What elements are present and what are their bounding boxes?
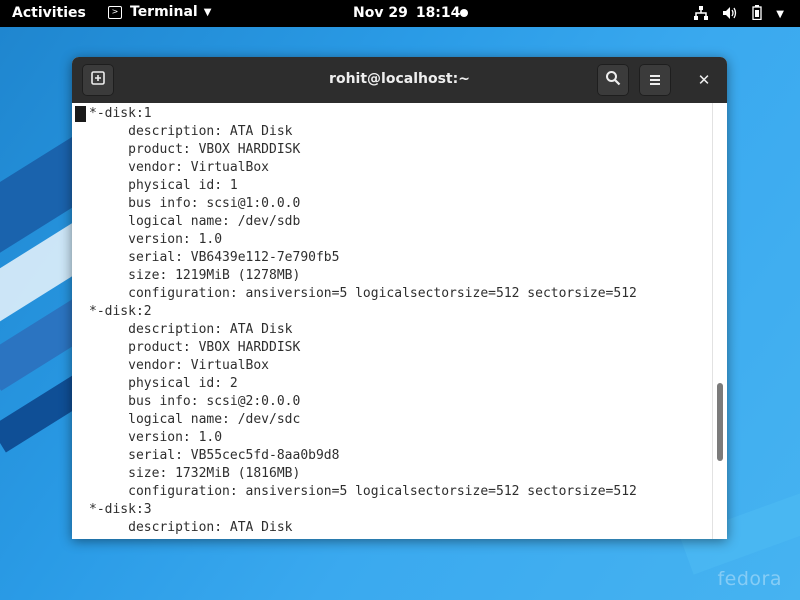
terminal-line: description: ATA Disk	[89, 124, 293, 139]
search-button[interactable]	[597, 64, 629, 96]
terminal-line: logical name: /dev/sdc	[89, 412, 301, 427]
terminal-text: *-disk:1 description: ATA Disk product: …	[89, 105, 637, 537]
activities-button[interactable]: Activities	[12, 5, 86, 21]
terminal-line: serial: VB55cec5fd-8aa0b9d8	[89, 448, 340, 463]
terminal-line: *-disk:1	[89, 106, 152, 121]
terminal-scrollbar[interactable]	[712, 103, 727, 539]
terminal-line: size: 1732MiB (1816MB)	[89, 466, 301, 481]
terminal-line: version: 1.0	[89, 232, 223, 247]
fedora-logo: fedora	[717, 568, 782, 590]
terminal-output[interactable]: *-disk:1 description: ATA Disk product: …	[72, 103, 713, 539]
terminal-line: configuration: ansiversion=5 logicalsect…	[89, 484, 637, 499]
app-menu-label: Terminal	[130, 4, 198, 20]
terminal-line: *-disk:3	[89, 502, 152, 517]
close-icon: ✕	[697, 71, 711, 89]
clock-date: Nov 29	[353, 5, 408, 21]
clock[interactable]: Nov 29 18:14	[353, 5, 468, 21]
search-icon	[605, 70, 621, 90]
terminal-line: physical id: 2	[89, 376, 238, 391]
clock-time: 18:14	[415, 5, 461, 21]
terminal-line: description: ATA Disk	[89, 520, 293, 535]
terminal-line: product: VBOX HARDDISK	[89, 142, 301, 157]
battery-icon	[752, 5, 762, 24]
scrollbar-thumb[interactable]	[717, 383, 723, 461]
notification-dot-icon	[460, 9, 468, 17]
terminal-line: *-disk:2	[89, 304, 152, 319]
terminal-app-icon: >	[108, 5, 122, 19]
network-icon	[694, 5, 709, 24]
hamburger-menu-icon	[648, 71, 662, 90]
caret-down-icon: ▼	[203, 6, 212, 18]
terminal-line: product: VBOX HARDDISK	[89, 340, 301, 355]
terminal-cursor	[75, 106, 86, 122]
system-status-area[interactable]: ▼	[694, 5, 784, 24]
terminal-line: size: 1219MiB (1278MB)	[89, 268, 301, 283]
top-bar: Activities > Terminal ▼ Nov 29 18:14 ▼	[0, 0, 800, 27]
terminal-line: bus info: scsi@1:0.0.0	[89, 196, 301, 211]
terminal-line: physical id: 1	[89, 178, 238, 193]
terminal-line: logical name: /dev/sdb	[89, 214, 301, 229]
close-button[interactable]: ✕	[693, 69, 715, 91]
terminal-line: version: 1.0	[89, 430, 223, 445]
terminal-window: rohit@localhost:~ ✕ *-disk:1 description…	[72, 57, 727, 539]
terminal-line: configuration: ansiversion=5 logicalsect…	[89, 286, 637, 301]
terminal-line: description: ATA Disk	[89, 322, 293, 337]
terminal-line: serial: VB6439e112-7e790fb5	[89, 250, 340, 265]
volume-icon	[722, 6, 738, 24]
terminal-line: bus info: scsi@2:0.0.0	[89, 394, 301, 409]
app-menu[interactable]: > Terminal ▼	[108, 4, 211, 20]
terminal-line: vendor: VirtualBox	[89, 358, 270, 373]
chevron-down-icon: ▼	[776, 9, 784, 20]
terminal-line: vendor: VirtualBox	[89, 160, 270, 175]
header-bar: rohit@localhost:~ ✕	[72, 57, 727, 103]
menu-button[interactable]	[639, 64, 671, 96]
